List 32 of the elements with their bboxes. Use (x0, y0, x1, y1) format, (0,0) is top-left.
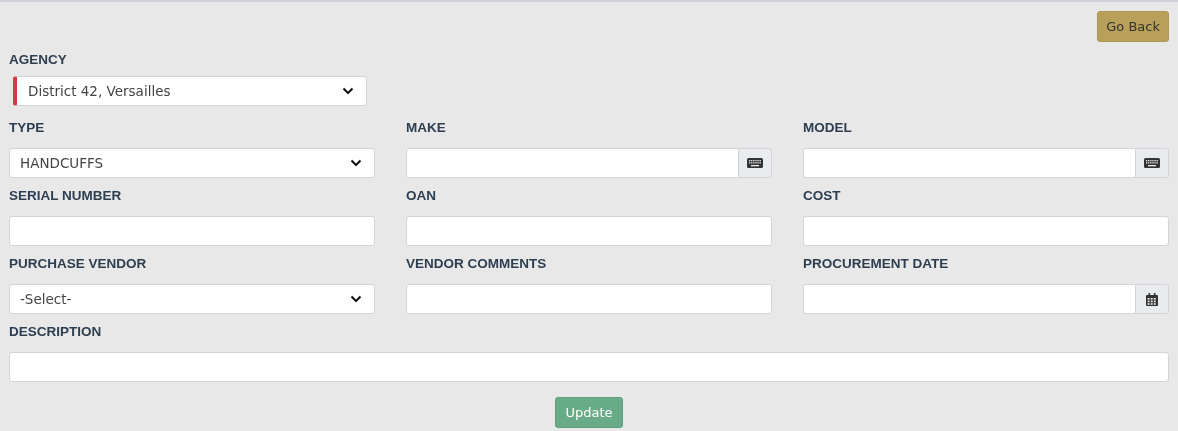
field-label: VENDOR COMMENTS (406, 255, 548, 273)
field-label: PURCHASE VENDOR (9, 255, 148, 273)
date-field[interactable] (803, 284, 1136, 314)
field-label: SERIAL NUMBER (9, 187, 123, 205)
field-label: AGENCY (9, 51, 68, 69)
field-label: MODEL (803, 119, 853, 137)
select-field[interactable]: HANDCUFFS (9, 148, 375, 178)
keyboard-icon (1144, 158, 1160, 168)
keyboard-icon (747, 158, 763, 168)
keyboard-button[interactable] (739, 148, 772, 178)
text-field[interactable] (406, 148, 739, 178)
field-label: COST (803, 187, 842, 205)
go-back-button[interactable]: Go Back (1097, 11, 1169, 42)
field-label: PROCUREMENT DATE (803, 255, 950, 273)
keyboard-button[interactable] (1136, 148, 1169, 178)
text-field[interactable] (803, 148, 1136, 178)
text-field[interactable] (9, 216, 375, 246)
chevron-down-icon (350, 295, 362, 303)
description-field[interactable] (9, 352, 1169, 382)
text-field[interactable] (406, 216, 772, 246)
chevron-down-icon (342, 87, 354, 95)
chevron-down-icon (350, 159, 362, 167)
field-label: TYPE (9, 119, 46, 137)
select-field[interactable]: -Select- (9, 284, 375, 314)
field-label: DESCRIPTION (9, 323, 103, 341)
text-field[interactable] (406, 284, 772, 314)
text-field[interactable] (803, 216, 1169, 246)
calendar-button[interactable] (1136, 284, 1169, 314)
calendar-icon (1146, 292, 1158, 306)
agency-select[interactable]: District 42, Versailles (13, 76, 367, 106)
field-label: MAKE (406, 119, 447, 137)
field-label: OAN (406, 187, 437, 205)
